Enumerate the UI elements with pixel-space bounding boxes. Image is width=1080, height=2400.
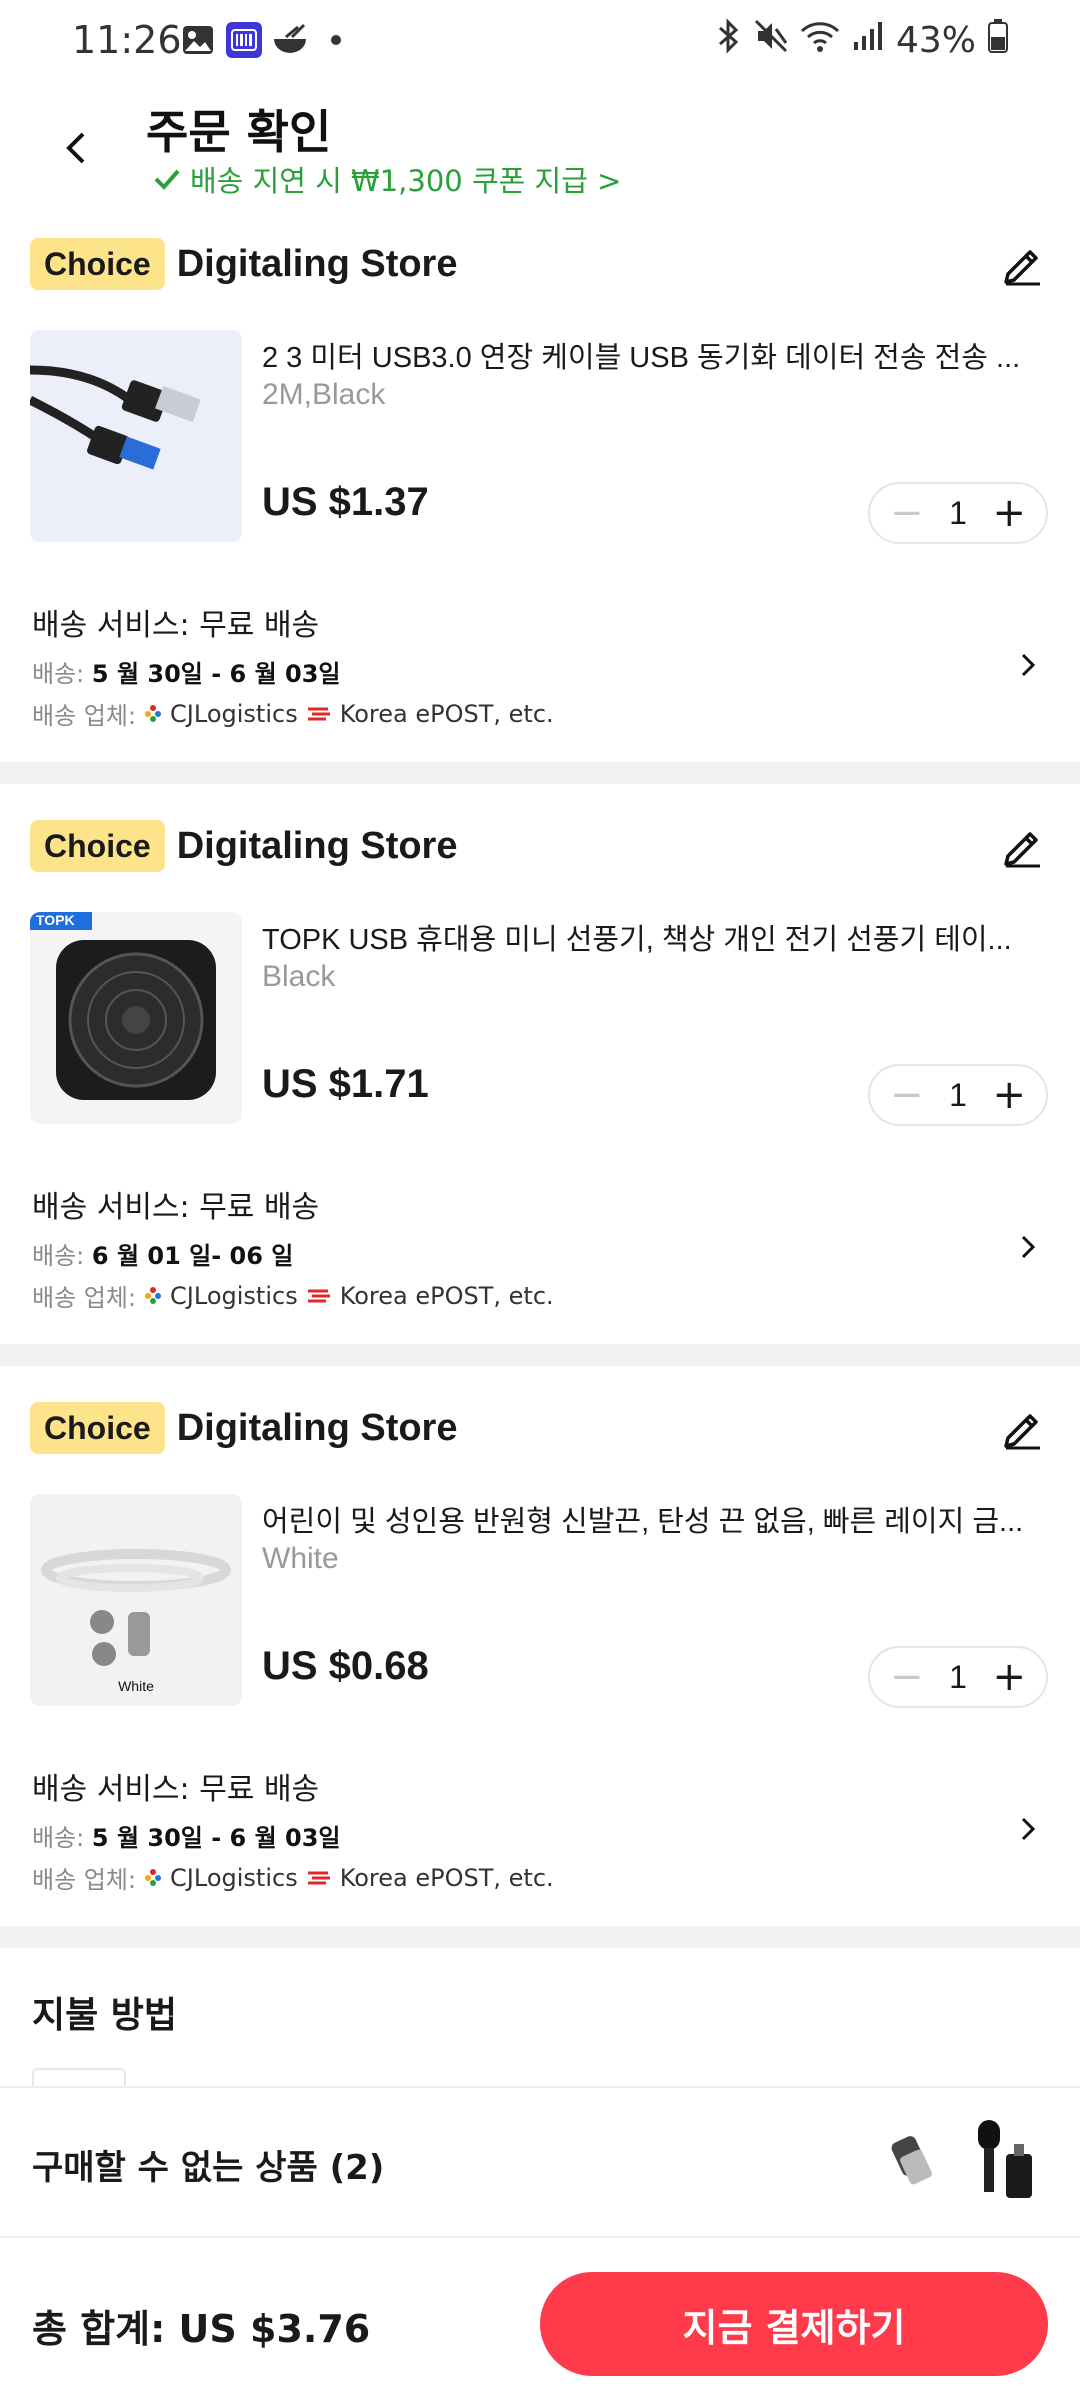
cj-logo-icon xyxy=(144,1864,162,1892)
store-name[interactable]: Digitaling Store xyxy=(177,1407,458,1450)
edit-icon[interactable] xyxy=(1000,824,1044,868)
gallery-icon xyxy=(180,22,216,58)
page-header: 주문 확인 배송 지연 시 ₩1,300 쿠폰 지급 > xyxy=(0,88,1080,208)
shipping-chevron-icon[interactable] xyxy=(1016,1232,1040,1262)
product-variant: Black xyxy=(262,960,336,993)
increase-qty-button[interactable]: + xyxy=(992,1075,1026,1115)
product-title[interactable]: 2 3 미터 USB3.0 연장 케이블 USB 동기화 데이터 전송 전송 .… xyxy=(262,334,1052,376)
edit-icon[interactable] xyxy=(1000,1406,1044,1450)
shipping-service: 배송 서비스: 무료 배송 xyxy=(32,608,320,643)
page-title: 주문 확인 xyxy=(146,105,332,159)
shipping-date: 배송: 6 월 01 일- 06 일 xyxy=(32,1242,294,1270)
shipping-chevron-icon[interactable] xyxy=(1016,650,1040,680)
quantity-value: 1 xyxy=(949,494,967,531)
decrease-qty-button[interactable]: − xyxy=(890,1657,924,1697)
more-dot-icon xyxy=(318,22,354,58)
status-bar: 11:26 43% xyxy=(0,0,1080,88)
unavailable-items-label: 구매할 수 없는 상품 (2) xyxy=(32,2148,385,2188)
product-price: US $1.37 xyxy=(262,480,429,524)
product-price: US $1.71 xyxy=(262,1062,429,1106)
battery-percent: 43% xyxy=(895,20,976,61)
store-header: Choice Digitaling Store xyxy=(30,1400,457,1456)
order-total: 총 합계: US $3.76 xyxy=(32,2307,371,2351)
product-image-shoelace[interactable]: White xyxy=(30,1494,242,1706)
section-divider xyxy=(0,1926,1080,1948)
edit-icon[interactable] xyxy=(1000,242,1044,286)
back-button[interactable] xyxy=(50,118,100,178)
unavailable-item-thumbs xyxy=(882,2118,1040,2208)
unavailable-items-bar[interactable]: 구매할 수 없는 상품 (2) xyxy=(0,2086,1080,2236)
korea-post-logo-icon xyxy=(306,1864,332,1892)
notification-icons xyxy=(180,22,354,58)
product-variant: White xyxy=(262,1542,339,1575)
payment-option-card[interactable] xyxy=(32,2068,126,2088)
quantity-stepper: − 1 + xyxy=(868,1646,1048,1708)
choice-badge: Choice xyxy=(30,238,165,290)
battery-icon xyxy=(988,19,1008,62)
quantity-value: 1 xyxy=(949,1658,967,1695)
system-icons: 43% xyxy=(716,18,1008,63)
shipping-service: 배송 서비스: 무료 배송 xyxy=(32,1190,320,1225)
increase-qty-button[interactable]: + xyxy=(992,493,1026,533)
delay-coupon-notice[interactable]: 배송 지연 시 ₩1,300 쿠폰 지급 > xyxy=(154,158,621,200)
product-price: US $0.68 xyxy=(262,1644,429,1688)
korea-post-logo-icon xyxy=(306,700,332,728)
store-block-2: Choice Digitaling Store TOPK TOPK USB 휴대… xyxy=(0,818,1080,1342)
section-divider xyxy=(0,762,1080,784)
mute-icon xyxy=(754,19,788,62)
store-name[interactable]: Digitaling Store xyxy=(177,243,458,286)
section-divider xyxy=(0,1344,1080,1366)
increase-qty-button[interactable]: + xyxy=(992,1657,1026,1697)
shipping-carriers: 배송 업체: CJLogistics Korea ePOST, etc. xyxy=(32,1281,554,1313)
choice-badge: Choice xyxy=(30,1402,165,1454)
quantity-value: 1 xyxy=(949,1076,967,1113)
back-arrow-icon xyxy=(66,132,85,164)
choice-badge: Choice xyxy=(30,820,165,872)
bluetooth-icon xyxy=(716,18,742,63)
product-title[interactable]: TOPK USB 휴대용 미니 선풍기, 책상 개인 전기 선풍기 테이... xyxy=(262,916,1052,958)
order-total-value: US $3.76 xyxy=(178,2307,371,2351)
product-variant: 2M,Black xyxy=(262,378,386,411)
shipping-carriers: 배송 업체: CJLogistics Korea ePOST, etc. xyxy=(32,1863,554,1895)
product-image-usb-cable[interactable] xyxy=(30,330,242,542)
korea-post-logo-icon xyxy=(306,1282,332,1310)
payment-method-title: 지불 방법 xyxy=(32,1995,178,2036)
store-header: Choice Digitaling Store xyxy=(30,818,457,874)
status-time: 11:26 xyxy=(72,18,182,62)
signal-icon xyxy=(852,20,884,61)
wifi-icon xyxy=(800,19,840,62)
barcode-app-icon xyxy=(226,22,262,58)
product-image-fan[interactable]: TOPK xyxy=(30,912,242,1124)
image-brand-tag: TOPK xyxy=(36,912,75,928)
cj-logo-icon xyxy=(144,1282,162,1310)
delay-notice-text: 배송 지연 시 ₩1,300 쿠폰 지급 > xyxy=(190,164,622,198)
unavailable-item-image xyxy=(882,2118,942,2208)
unavailable-item-image xyxy=(970,2118,1040,2208)
quantity-stepper: − 1 + xyxy=(868,482,1048,544)
image-caption: White xyxy=(118,1678,154,1694)
product-title[interactable]: 어린이 및 성인용 반원형 신발끈, 탄성 끈 없음, 빠른 레이지 금... xyxy=(262,1498,1052,1540)
quantity-stepper: − 1 + xyxy=(868,1064,1048,1126)
check-icon xyxy=(154,169,180,190)
decrease-qty-button[interactable]: − xyxy=(890,493,924,533)
shipping-date: 배송: 5 월 30일 - 6 월 03일 xyxy=(32,660,341,688)
store-name[interactable]: Digitaling Store xyxy=(177,825,458,868)
bowl-icon xyxy=(272,22,308,58)
store-block-1: Choice Digitaling Store 2 3 미터 USB3.0 연장… xyxy=(0,236,1080,760)
shipping-service: 배송 서비스: 무료 배송 xyxy=(32,1772,320,1807)
pay-now-button[interactable]: 지금 결제하기 xyxy=(540,2272,1048,2376)
store-block-3: Choice Digitaling Store White 어린이 및 성인용 … xyxy=(0,1400,1080,1924)
checkout-bar: 총 합계: US $3.76 지금 결제하기 xyxy=(0,2236,1080,2400)
shipping-carriers: 배송 업체: CJLogistics Korea ePOST, etc. xyxy=(32,699,554,731)
shipping-chevron-icon[interactable] xyxy=(1016,1814,1040,1844)
cj-logo-icon xyxy=(144,700,162,728)
decrease-qty-button[interactable]: − xyxy=(890,1075,924,1115)
store-header: Choice Digitaling Store xyxy=(30,236,457,292)
shipping-date: 배송: 5 월 30일 - 6 월 03일 xyxy=(32,1824,341,1852)
